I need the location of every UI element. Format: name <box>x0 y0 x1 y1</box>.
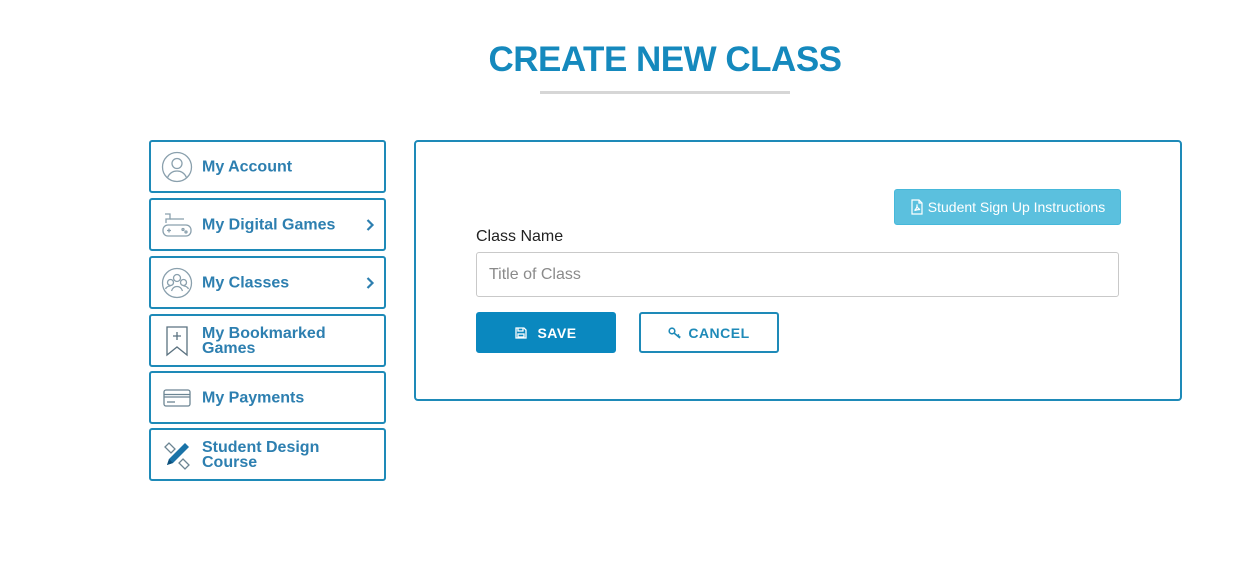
sidebar-item-my-bookmarked-games[interactable]: My Bookmarked Games <box>149 314 386 367</box>
pdf-file-icon <box>911 199 923 215</box>
cancel-button[interactable]: CANCEL <box>639 312 779 353</box>
sidebar-item-label: My Bookmarked Games <box>202 324 326 357</box>
save-button-label: SAVE <box>537 324 577 341</box>
sidebar-item-label: My Account <box>202 158 293 175</box>
key-icon <box>668 326 682 339</box>
save-button[interactable]: SAVE <box>476 312 616 353</box>
class-name-input[interactable] <box>476 252 1119 297</box>
sidebar-item-label: My Classes <box>202 274 290 291</box>
student-signup-instructions-button[interactable]: Student Sign Up Instructions <box>894 189 1121 225</box>
page-title: CREATE NEW CLASS <box>488 40 842 79</box>
sidebar-item-label: My Payments <box>202 389 305 406</box>
credit-card-icon <box>161 382 193 414</box>
sidebar-item-my-classes[interactable]: My Classes <box>149 256 386 309</box>
class-name-label: Class Name <box>476 228 564 245</box>
sidebar-item-my-payments[interactable]: My Payments <box>149 371 386 424</box>
sidebar-item-my-account[interactable]: My Account <box>149 140 386 193</box>
chevron-right-icon <box>366 276 375 289</box>
create-class-panel: Student Sign Up Instructions Class Name … <box>414 140 1182 401</box>
bookmark-add-icon <box>161 325 193 357</box>
instructions-button-label: Student Sign Up Instructions <box>927 199 1106 215</box>
floppy-disk-icon <box>515 326 528 339</box>
sidebar-item-label: Student Design Course <box>202 438 320 471</box>
sidebar-item-label: My Digital Games <box>202 216 336 233</box>
title-underline <box>540 91 790 94</box>
gamepad-icon <box>161 209 193 241</box>
sidebar-item-my-digital-games[interactable]: My Digital Games <box>149 198 386 251</box>
cancel-button-label: CANCEL <box>688 324 750 341</box>
design-tools-icon <box>161 439 193 471</box>
sidebar-item-student-design-course[interactable]: Student Design Course <box>149 428 386 481</box>
chevron-right-icon <box>366 218 375 231</box>
page: CREATE NEW CLASS My Account My Digital G… <box>0 0 1248 562</box>
group-icon <box>161 267 193 299</box>
user-circle-icon <box>161 151 193 183</box>
